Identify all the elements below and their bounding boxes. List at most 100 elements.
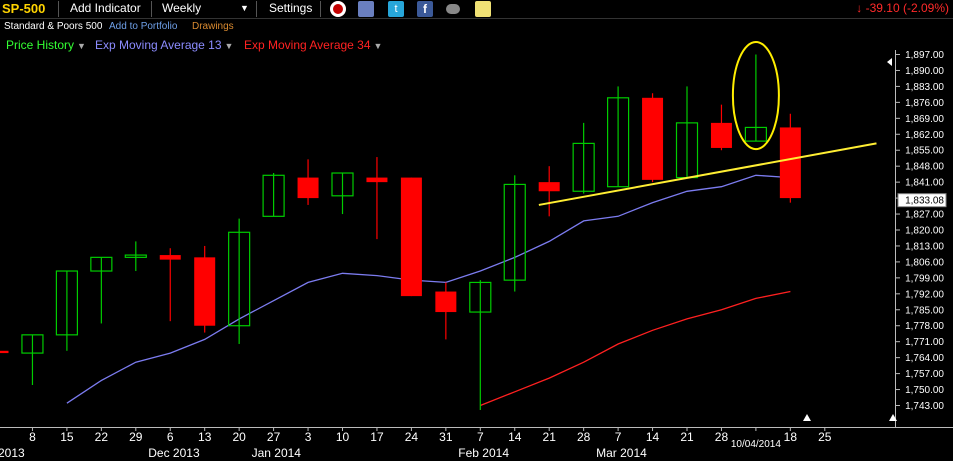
- month-label: 2013: [0, 446, 25, 460]
- month-label: Mar 2014: [596, 446, 647, 460]
- candle-body: [159, 255, 181, 260]
- candle: [400, 177, 422, 297]
- x-tick-label: 21: [680, 430, 694, 444]
- candle: [366, 157, 388, 240]
- divider: [151, 1, 152, 17]
- chevron-down-icon: ▼: [77, 41, 86, 51]
- month-label: Feb 2014: [458, 446, 509, 460]
- legend-ema34[interactable]: Exp Moving Average 34 ▼: [244, 38, 382, 52]
- x-tick-label: 20: [232, 430, 246, 444]
- legend-ema13[interactable]: Exp Moving Average 13 ▼: [95, 38, 233, 52]
- chevron-down-icon: ▼: [224, 41, 234, 51]
- y-tick-label: 1,799.00: [905, 273, 944, 284]
- candle-body: [297, 177, 319, 199]
- y-tick-label: 1,897.00: [905, 50, 944, 61]
- chevron-down-icon: ▼: [373, 41, 383, 51]
- x-tick-label: 6: [167, 430, 174, 444]
- legend-label: Price History: [6, 38, 75, 52]
- candle-body: [779, 127, 801, 199]
- y-tick-label: 1,757.00: [905, 369, 944, 380]
- candle: [297, 159, 319, 205]
- trendline[interactable]: [538, 142, 877, 206]
- binoculars-icon[interactable]: [446, 4, 460, 14]
- y-tick-label: 1,750.00: [905, 385, 944, 396]
- chevron-down-icon[interactable]: ▼: [240, 0, 249, 18]
- y-tick-label: 1,820.00: [905, 226, 944, 237]
- y-tick-label: 1,862.00: [905, 130, 944, 141]
- x-tick-label: 14: [646, 430, 660, 444]
- legend-price-history[interactable]: Price History ▼: [6, 38, 86, 52]
- candle: [90, 256, 113, 324]
- x-tick-label: 14: [508, 430, 522, 444]
- divider: [256, 1, 257, 17]
- symbol-label[interactable]: SP-500: [2, 0, 45, 18]
- price-chart[interactable]: 1,897.00 1,890.00 1,883.00 1,876.00 1,869.00…: [0, 0, 953, 461]
- candle: [710, 104, 732, 151]
- notepad-icon[interactable]: [475, 1, 491, 17]
- candle: [675, 86, 699, 179]
- x-tick-label: 31: [439, 430, 453, 444]
- price-change: ↓ -39.10 (-2.09%): [856, 0, 949, 18]
- price-marker-icon: [887, 58, 892, 66]
- add-indicator-button[interactable]: Add Indicator: [70, 0, 141, 18]
- settings-button[interactable]: Settings: [269, 0, 312, 18]
- candle: [435, 282, 457, 340]
- x-tick-label: 28: [577, 430, 591, 444]
- y-tick-label: 1,890.00: [905, 66, 944, 77]
- down-arrow-icon: ↓: [856, 1, 863, 15]
- candle: [744, 54, 768, 142]
- x-tick-label: 15: [60, 430, 74, 444]
- x-tick-label: 10: [336, 430, 350, 444]
- drawings-link[interactable]: Drawings: [192, 21, 234, 32]
- price-change-value: -39.10 (-2.09%): [865, 1, 949, 15]
- y-tick-label: 1,771.00: [905, 337, 944, 348]
- twitter-icon[interactable]: t: [388, 1, 404, 17]
- alarm-clock-icon[interactable]: [330, 1, 346, 17]
- x-tick-label: 7: [615, 430, 622, 444]
- x-tick-label: 8: [29, 430, 36, 444]
- candle: [642, 93, 664, 183]
- candle: [228, 218, 251, 344]
- y-axis: 1,897.00 1,890.00 1,883.00 1,876.00 1,869.00…: [803, 50, 947, 421]
- instrument-name: Standard & Poors 500: [4, 21, 103, 32]
- candle-body: [400, 177, 422, 297]
- x-tick-label: 25: [818, 430, 832, 444]
- y-tick-label: 1,785.00: [905, 305, 944, 316]
- y-tick-label: 1,848.00: [905, 162, 944, 173]
- y-tick-label: 1,743.00: [905, 401, 944, 412]
- x-axis: 8 15 22 29 6 13 20 27 3 10 17 24 31 7 14 21 28 7 14 21 2810/…: [0, 427, 832, 460]
- candle: [538, 166, 560, 217]
- candle: [606, 86, 630, 188]
- x-tick-label: 13: [198, 430, 212, 444]
- candle: [331, 172, 354, 215]
- x-tick-label: 18: [784, 430, 798, 444]
- month-label: Jan 2014: [252, 446, 302, 460]
- add-to-portfolio-link[interactable]: Add to Portfolio: [109, 21, 177, 32]
- candle: [0, 350, 9, 354]
- legend-label: Exp Moving Average 34: [244, 38, 371, 52]
- candles: [0, 54, 801, 411]
- period-select[interactable]: Weekly: [162, 0, 201, 18]
- candle: [194, 245, 216, 333]
- facebook-icon[interactable]: f: [417, 1, 433, 17]
- x-tick-label: 28: [715, 430, 729, 444]
- y-tick-label: 1,869.00: [905, 114, 944, 125]
- book-icon[interactable]: [358, 1, 374, 17]
- y-tick-label: 1,827.00: [905, 210, 944, 221]
- current-price-label: 1,833.08: [905, 196, 944, 207]
- candle-body: [435, 291, 457, 313]
- y-tick-label: 1,883.00: [905, 82, 944, 93]
- month-label: Dec 2013: [148, 446, 200, 460]
- y-tick-label: 1,764.00: [905, 353, 944, 364]
- candle: [21, 334, 44, 385]
- y-tick-label: 1,778.00: [905, 321, 944, 332]
- period-value: Weekly: [162, 1, 202, 15]
- candle-body: [538, 182, 560, 192]
- x-tick-label: 7: [477, 430, 484, 444]
- x-tick-label: 17: [370, 430, 384, 444]
- candle-body: [366, 177, 388, 183]
- x-tick-label: 10/04/2014: [731, 439, 781, 450]
- x-tick-label: 27: [267, 430, 281, 444]
- candle: [469, 280, 492, 411]
- candle-body: [194, 257, 216, 326]
